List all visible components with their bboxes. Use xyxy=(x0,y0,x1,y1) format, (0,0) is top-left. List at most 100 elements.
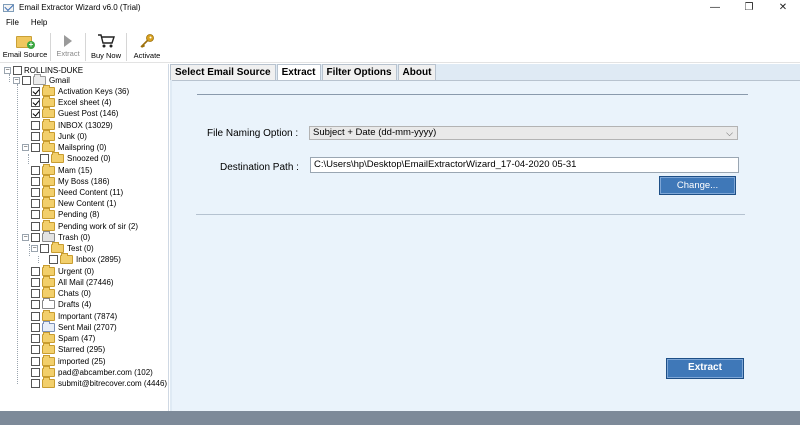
tree-checkbox[interactable] xyxy=(31,278,40,287)
tree-checkbox[interactable] xyxy=(22,76,31,85)
menu-bar: File Help xyxy=(0,15,800,29)
tree-checkbox[interactable] xyxy=(31,210,40,219)
tree-checkbox[interactable] xyxy=(31,300,40,309)
tree-item[interactable]: Mam (15) xyxy=(31,164,93,176)
tree-checkbox[interactable] xyxy=(31,312,40,321)
collapse-toggle[interactable]: − xyxy=(31,245,38,252)
menu-file[interactable]: File xyxy=(0,18,25,27)
destination-path-input[interactable]: C:\Users\hp\Desktop\EmailExtractorWizard… xyxy=(310,157,739,173)
extract-button[interactable]: Extract xyxy=(666,358,744,379)
tree-item[interactable]: Drafts (4) xyxy=(31,298,91,310)
tree-checkbox[interactable] xyxy=(31,222,40,231)
tab-select-email-source[interactable]: Select Email Source xyxy=(170,64,276,80)
tree-checkbox[interactable] xyxy=(49,255,58,264)
tree-checkbox[interactable] xyxy=(31,121,40,130)
change-button[interactable]: Change... xyxy=(659,176,736,195)
tree-label: Mam (15) xyxy=(58,166,93,175)
tree-checkbox[interactable] xyxy=(31,233,40,242)
tree-label: ROLLINS-DUKE xyxy=(24,66,84,75)
minimize-button[interactable]: — xyxy=(698,0,732,15)
tree-checkbox[interactable] xyxy=(31,323,40,332)
tree-checkbox[interactable] xyxy=(31,98,40,107)
collapse-toggle[interactable]: − xyxy=(22,144,29,151)
tree-checkbox[interactable] xyxy=(31,166,40,175)
folder-add-icon: + xyxy=(16,34,35,49)
tree-item[interactable]: Snoozed (0) xyxy=(40,152,111,164)
tree-checkbox[interactable] xyxy=(31,379,40,388)
tree-item[interactable]: Spam (47) xyxy=(31,332,96,344)
title-bar: Email Extractor Wizard v6.0 (Trial) — ❐ … xyxy=(0,0,800,15)
collapse-toggle[interactable]: − xyxy=(13,77,20,84)
tree-checkbox[interactable] xyxy=(31,289,40,298)
tree-item[interactable]: Junk (0) xyxy=(31,130,87,142)
tree-item[interactable]: submit@bitrecover.com (4446) xyxy=(31,377,167,389)
middle-divider xyxy=(196,214,745,215)
tree-label: Urgent (0) xyxy=(58,267,95,276)
tree-checkbox[interactable] xyxy=(13,66,22,75)
tree-checkbox[interactable] xyxy=(31,267,40,276)
tree-checkbox[interactable] xyxy=(31,188,40,197)
buy-now-button[interactable]: Buy Now xyxy=(86,30,126,63)
tree-label: Gmail xyxy=(49,76,70,85)
tree-item[interactable]: Urgent (0) xyxy=(31,265,95,277)
folder-icon xyxy=(42,276,55,287)
toolbar-extract-button[interactable]: Extract xyxy=(51,30,85,63)
tree-checkbox[interactable] xyxy=(31,109,40,118)
tree-account[interactable]: − Gmail xyxy=(13,74,70,86)
tree-label: Inbox (2895) xyxy=(76,255,121,264)
tree-checkbox[interactable] xyxy=(31,132,40,141)
folder-icon xyxy=(42,355,55,366)
folder-icon xyxy=(42,343,55,354)
tree-checkbox[interactable] xyxy=(40,244,49,253)
tree-checkbox[interactable] xyxy=(31,357,40,366)
tree-connector xyxy=(28,154,29,164)
top-divider xyxy=(197,94,748,95)
email-source-button[interactable]: + Email Source xyxy=(0,30,50,63)
tree-label: Pending (8) xyxy=(58,210,100,219)
folder-icon xyxy=(42,107,55,118)
tree-label: All Mail (27446) xyxy=(58,278,114,287)
maximize-button[interactable]: ❐ xyxy=(732,0,766,15)
tree-label: Junk (0) xyxy=(58,132,87,141)
tree-label: Test (0) xyxy=(67,244,94,253)
tree-checkbox[interactable] xyxy=(31,345,40,354)
tree-checkbox[interactable] xyxy=(31,177,40,186)
collapse-toggle[interactable]: − xyxy=(22,234,29,241)
tree-item[interactable]: Starred (295) xyxy=(31,343,105,355)
file-naming-label: File Naming Option : xyxy=(207,128,299,139)
folder-icon xyxy=(42,265,55,276)
tree-item[interactable]: Inbox (2895) xyxy=(49,253,121,265)
collapse-toggle[interactable]: − xyxy=(4,67,11,74)
tree-label: imported (25) xyxy=(58,357,106,366)
tree-item[interactable]: − Mailspring (0) xyxy=(22,141,106,153)
folder-icon xyxy=(60,253,73,264)
file-naming-value: Subject + Date (dd-mm-yyyy) xyxy=(313,127,437,138)
menu-help[interactable]: Help xyxy=(25,18,53,27)
tree-checkbox[interactable] xyxy=(31,334,40,343)
tab-filter-options[interactable]: Filter Options xyxy=(321,64,397,80)
close-button[interactable]: ✕ xyxy=(766,0,800,15)
tree-checkbox[interactable] xyxy=(31,368,40,377)
tree-item[interactable]: Guest Post (146) xyxy=(31,107,118,119)
tree-checkbox[interactable] xyxy=(31,143,40,152)
tree-label: Snoozed (0) xyxy=(67,154,111,163)
sent-icon xyxy=(42,321,55,332)
folder-icon xyxy=(42,175,55,186)
folder-icon xyxy=(42,197,55,208)
tree-checkbox[interactable] xyxy=(31,87,40,96)
folder-icon xyxy=(42,85,55,96)
tab-about[interactable]: About xyxy=(397,64,437,80)
tree-label: Spam (47) xyxy=(58,334,96,343)
toolbar: + Email Source Extract Buy Now Activate xyxy=(0,30,800,63)
folder-icon xyxy=(42,164,55,175)
folder-icon xyxy=(42,287,55,298)
tree-checkbox[interactable] xyxy=(31,199,40,208)
tree-item[interactable]: Chats (0) xyxy=(31,287,91,299)
destination-label: Destination Path : xyxy=(220,162,299,173)
activate-button[interactable]: Activate xyxy=(127,30,167,63)
tree-checkbox[interactable] xyxy=(40,154,49,163)
tree-connector xyxy=(38,256,39,263)
file-naming-dropdown[interactable]: Subject + Date (dd-mm-yyyy) ⌵ xyxy=(309,126,738,140)
tab-extract[interactable]: Extract xyxy=(276,64,321,81)
tree-item[interactable]: Pending (8) xyxy=(31,208,100,220)
